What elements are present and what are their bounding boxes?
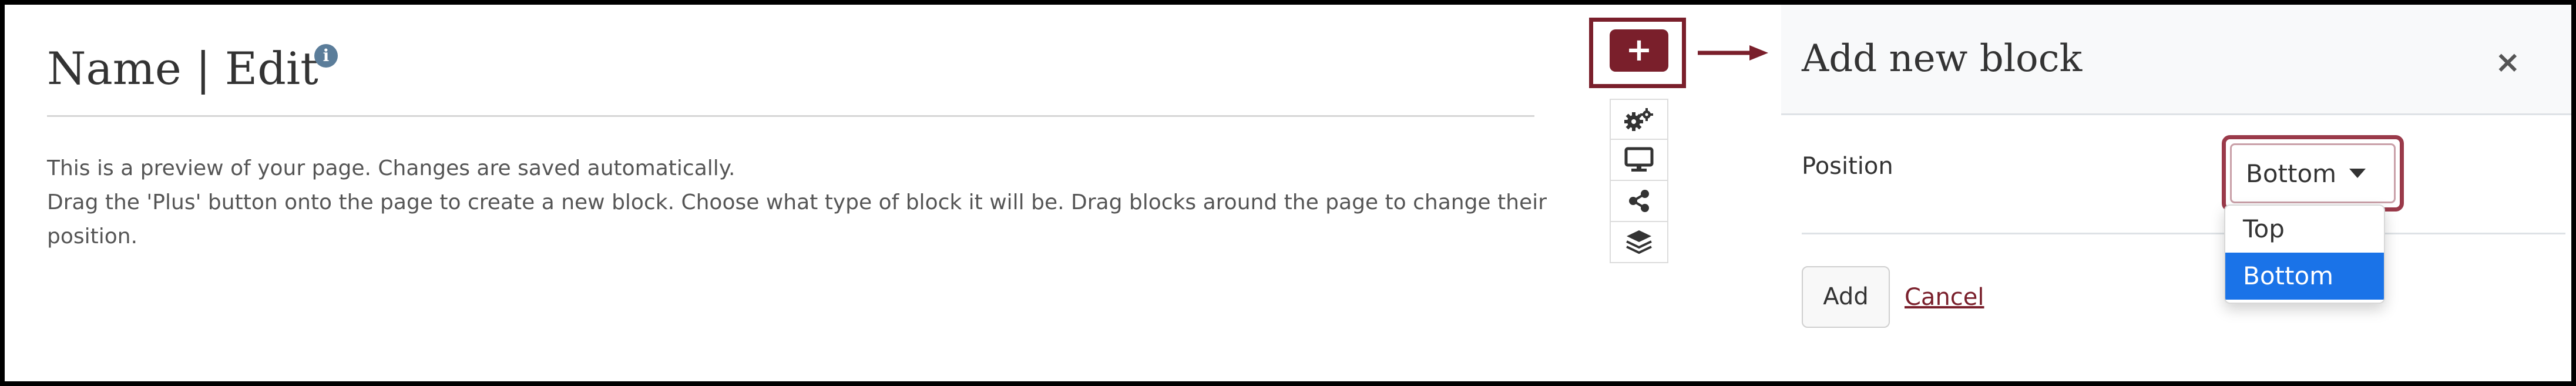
gears-icon [1624,108,1653,131]
info-icon[interactable]: i [314,44,338,68]
share-button[interactable] [1610,181,1668,222]
share-icon [1629,190,1649,212]
description-line-1: This is a preview of your page. Changes … [47,156,735,180]
position-dropdown: Top Bottom [2224,204,2385,304]
add-block-button[interactable]: + [1610,29,1668,72]
title-divider [47,115,1534,117]
page-title: Name | Edit [47,42,318,95]
add-button[interactable]: Add [1802,266,1890,328]
position-select-value: Bottom [2246,159,2337,188]
display-button[interactable] [1610,140,1668,181]
chevron-down-icon [2349,169,2366,178]
dialog-header: Add new block × [1781,5,2571,115]
page-description: This is a preview of your page. Changes … [47,152,1551,254]
cancel-link[interactable]: Cancel [1905,284,1984,311]
description-line-2: Drag the 'Plus' button onto the page to … [47,190,1547,249]
position-select[interactable]: Bottom [2230,143,2396,203]
layers-button[interactable] [1610,222,1668,263]
add-block-dialog: Add new block × Position Bottom Add Canc… [1781,5,2571,381]
close-icon[interactable]: × [2495,45,2521,80]
settings-button[interactable] [1610,99,1668,140]
dialog-title: Add new block [1802,37,2083,80]
position-label: Position [1802,153,1893,180]
option-top[interactable]: Top [2225,206,2384,253]
form-divider [1802,233,2565,234]
monitor-icon [1624,147,1654,172]
layers-icon [1626,230,1652,254]
page-toolbar [1610,99,1668,263]
option-bottom[interactable]: Bottom [2225,253,2384,300]
arrow-right-icon [1698,45,1768,61]
